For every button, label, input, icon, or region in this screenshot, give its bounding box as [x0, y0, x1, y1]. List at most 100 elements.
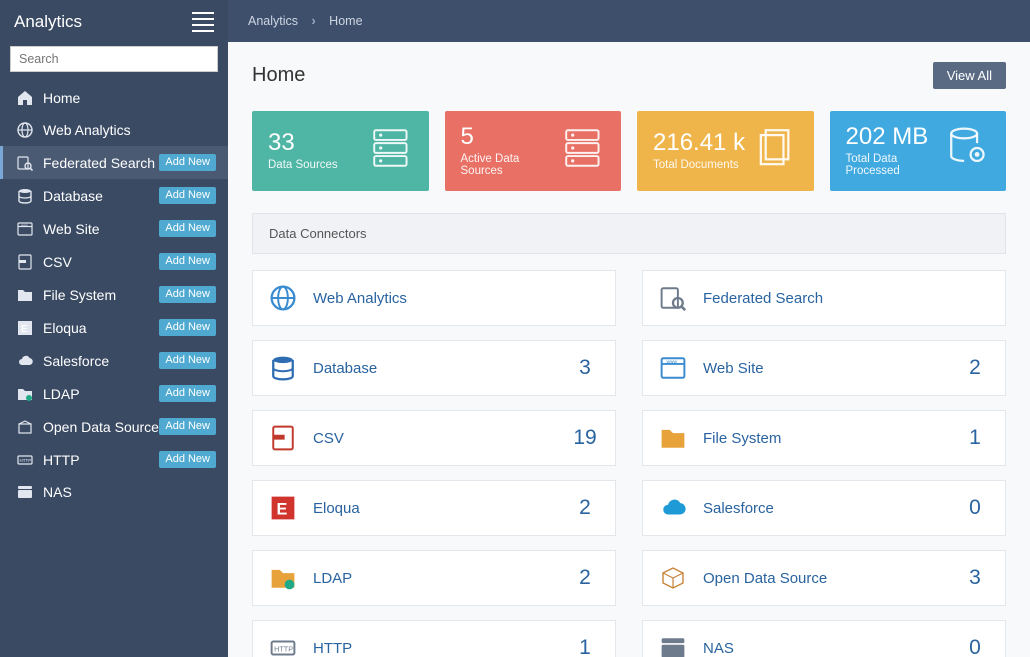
sidebar-item-file-system[interactable]: File System Add New — [0, 278, 228, 311]
sidebar-item-salesforce[interactable]: Salesforce Add New — [0, 344, 228, 377]
stat-card-total-data-processed[interactable]: 202 MB Total Data Processed — [830, 111, 1007, 191]
add-new-button[interactable]: Add New — [159, 253, 216, 270]
eloqua-icon — [17, 320, 33, 336]
sidebar-item-http[interactable]: HTTP Add New — [0, 443, 228, 476]
connector-http[interactable]: HTTP 1 — [252, 620, 616, 657]
add-new-button[interactable]: Add New — [159, 385, 216, 402]
connector-salesforce[interactable]: Salesforce 0 — [642, 480, 1006, 536]
add-new-button[interactable]: Add New — [159, 220, 216, 237]
sidebar-item-label: Home — [43, 90, 80, 106]
connector-file-system[interactable]: File System 1 — [642, 410, 1006, 466]
connector-count: 2 — [555, 496, 615, 520]
stats-row: 33 Data Sources 5 Active Data Sources 21… — [252, 111, 1006, 191]
add-new-button[interactable]: Add New — [159, 451, 216, 468]
folder-open-icon — [643, 425, 703, 451]
sidebar-item-web-analytics[interactable]: Web Analytics — [0, 114, 228, 146]
stat-value: 202 MB — [846, 123, 949, 151]
website-icon — [17, 221, 33, 237]
add-new-button[interactable]: Add New — [159, 352, 216, 369]
page-title: Home — [252, 64, 305, 87]
http-o-icon — [253, 635, 313, 657]
eloqua-red-icon — [253, 495, 313, 521]
http-icon — [17, 452, 33, 468]
add-new-button[interactable]: Add New — [159, 154, 216, 171]
connector-eloqua[interactable]: Eloqua 2 — [252, 480, 616, 536]
search-db-o-icon — [643, 285, 703, 311]
globe-icon — [17, 122, 33, 138]
docs-icon — [756, 127, 798, 174]
breadcrumb: Analytics › Home — [228, 0, 1030, 42]
sidebar-item-ldap[interactable]: LDAP Add New — [0, 377, 228, 410]
db-gear-icon — [948, 127, 990, 174]
connector-name: HTTP — [313, 640, 555, 657]
sidebar-item-eloqua[interactable]: Eloqua Add New — [0, 311, 228, 344]
sidebar-item-database[interactable]: Database Add New — [0, 179, 228, 212]
stat-card-active-data-sources[interactable]: 5 Active Data Sources — [445, 111, 622, 191]
add-new-button[interactable]: Add New — [159, 418, 216, 435]
connector-count: 1 — [945, 426, 1005, 450]
connector-name: File System — [703, 430, 945, 447]
add-new-button[interactable]: Add New — [159, 187, 216, 204]
folder-icon — [17, 287, 33, 303]
database-icon — [17, 188, 33, 204]
sidebar-item-label: Database — [43, 188, 103, 204]
connector-count: 2 — [945, 356, 1005, 380]
website-o-icon — [643, 355, 703, 381]
connector-open-data-source[interactable]: Open Data Source 3 — [642, 550, 1006, 606]
connector-name: Web Site — [703, 360, 945, 377]
connector-federated-search[interactable]: Federated Search — [642, 270, 1006, 326]
csv-icon — [17, 254, 33, 270]
box-arrows-icon — [643, 565, 703, 591]
connector-web-site[interactable]: Web Site 2 — [642, 340, 1006, 396]
connector-count: 1 — [555, 636, 615, 657]
sidebar: Analytics Home Web Analytics Federated S… — [0, 0, 228, 657]
breadcrumb-root[interactable]: Analytics — [248, 14, 298, 28]
sidebar-item-nas[interactable]: NAS — [0, 476, 228, 508]
breadcrumb-current: Home — [329, 14, 362, 28]
search-db-icon — [17, 155, 33, 171]
sidebar-item-label: Federated Search — [43, 155, 155, 171]
stat-label: Active Data Sources — [461, 153, 564, 177]
sidebar-item-open-data-source[interactable]: Open Data Source Add New — [0, 410, 228, 443]
sidebar-item-label: Open Data Source — [43, 419, 159, 435]
sidebar-item-label: NAS — [43, 484, 72, 500]
sidebar-item-federated-search[interactable]: Federated Search Add New — [0, 146, 228, 179]
connector-name: LDAP — [313, 570, 555, 587]
ldap-icon — [17, 386, 33, 402]
stat-value: 5 — [461, 123, 564, 151]
sidebar-item-csv[interactable]: CSV Add New — [0, 245, 228, 278]
sidebar-item-web-site[interactable]: Web Site Add New — [0, 212, 228, 245]
globe-color-icon — [253, 285, 313, 311]
sidebar-header: Analytics — [0, 0, 228, 46]
connector-count: 0 — [945, 636, 1005, 657]
connector-nas[interactable]: NAS 0 — [642, 620, 1006, 657]
nas-o-icon — [643, 635, 703, 657]
connector-name: Open Data Source — [703, 570, 945, 587]
add-new-button[interactable]: Add New — [159, 319, 216, 336]
sidebar-item-label: Web Analytics — [43, 122, 131, 138]
connectors-grid: Web Analytics Federated Search Database … — [252, 270, 1006, 657]
connector-csv[interactable]: CSV 19 — [252, 410, 616, 466]
page-header: Home View All — [252, 62, 1006, 89]
connector-database[interactable]: Database 3 — [252, 340, 616, 396]
connector-name: Federated Search — [703, 290, 945, 307]
sidebar-item-label: Web Site — [43, 221, 100, 237]
server-ok-icon — [563, 127, 605, 174]
menu-toggle-icon[interactable] — [192, 8, 214, 36]
server-icon — [371, 127, 413, 174]
sidebar-item-label: LDAP — [43, 386, 80, 402]
connector-web-analytics[interactable]: Web Analytics — [252, 270, 616, 326]
search-input[interactable] — [10, 46, 218, 72]
csv-o-icon — [253, 425, 313, 451]
connector-ldap[interactable]: LDAP 2 — [252, 550, 616, 606]
folder-check-icon — [253, 565, 313, 591]
stat-card-total-documents[interactable]: 216.41 k Total Documents — [637, 111, 814, 191]
sidebar-item-home[interactable]: Home — [0, 82, 228, 114]
connector-count: 19 — [555, 426, 615, 450]
stat-card-data-sources[interactable]: 33 Data Sources — [252, 111, 429, 191]
sidebar-item-label: Salesforce — [43, 353, 109, 369]
view-all-button[interactable]: View All — [933, 62, 1006, 89]
add-new-button[interactable]: Add New — [159, 286, 216, 303]
database-o-icon — [253, 355, 313, 381]
connector-count: 0 — [945, 496, 1005, 520]
